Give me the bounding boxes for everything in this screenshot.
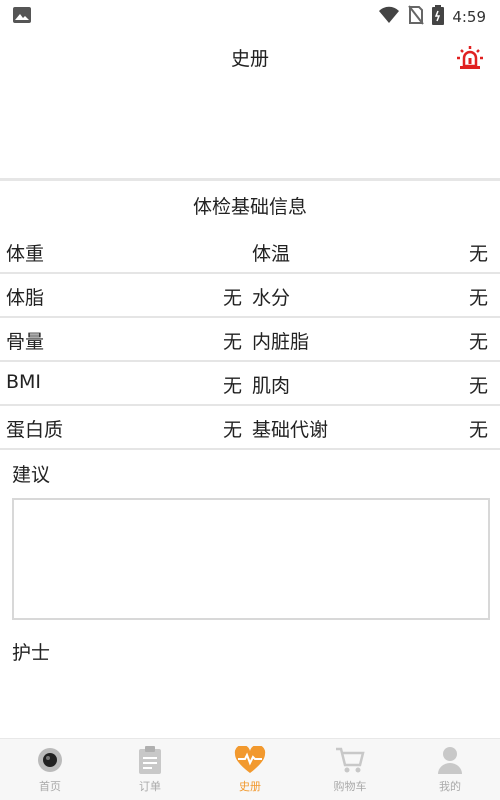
right-label: 基础代谢 [252,419,329,441]
table-row: 蛋白质 无 基础代谢 无 [0,406,500,450]
status-bar: 4:59 [0,0,500,32]
left-label: 骨量 [6,331,45,353]
status-time: 4:59 [452,8,486,26]
tab-cart[interactable]: 购物车 [300,739,400,800]
wifi-icon [378,6,400,28]
left-value: 无 [222,331,242,353]
right-label: 内脏脂 [252,331,310,353]
advice-textarea[interactable] [12,498,490,620]
right-value: 无 [468,331,488,353]
person-icon [434,745,466,775]
section-title: 体检基础信息 [192,196,307,218]
right-value: 无 [468,375,488,397]
table-row: 骨量 无 内脏脂 无 [0,318,500,362]
left-label: 体脂 [6,287,45,309]
left-label: 蛋白质 [6,419,64,441]
tab-label: 首页 [39,780,61,793]
bottom-tab-bar: 首页 订单 史册 购物车 我的 [0,738,500,800]
nurse-label: 护士 [12,642,51,664]
heart-pulse-icon [234,745,266,775]
right-value: 无 [468,287,488,309]
right-label: 体温 [252,243,291,265]
right-label: 水分 [252,287,291,309]
tab-label: 购物车 [333,780,367,793]
alarm-light-icon[interactable] [456,44,484,72]
tab-home[interactable]: 首页 [0,739,100,800]
left-value: 无 [222,419,242,441]
table-row: BMI 无 肌肉 无 [0,362,500,406]
tab-label: 史册 [239,780,261,793]
page-title: 史册 [230,48,269,70]
tab-label: 订单 [139,780,161,793]
table-row: 体重 体温 无 [0,230,500,274]
info-table: 体重 体温 无 体脂 无 水分 无 骨量 无 内脏脂 无 BMI 无 肌肉 无 … [0,230,500,450]
left-value: 无 [222,287,242,309]
left-label: 体重 [6,243,45,265]
tab-history[interactable]: 史册 [200,739,300,800]
battery-icon [432,5,445,29]
tab-label: 我的 [439,780,461,793]
no-sim-icon [408,5,425,29]
app-header: 史册 [0,36,500,76]
header-divider [0,178,500,181]
right-value: 无 [468,419,488,441]
right-value: 无 [468,243,488,265]
advice-label: 建议 [12,464,51,486]
clipboard-icon [134,745,166,775]
image-icon [12,6,32,28]
cart-icon [334,745,366,775]
tab-profile[interactable]: 我的 [400,739,500,800]
table-row: 体脂 无 水分 无 [0,274,500,318]
left-label: BMI [6,371,42,393]
left-value: 无 [222,375,242,397]
tab-orders[interactable]: 订单 [100,739,200,800]
home-camera-icon [34,745,66,775]
right-label: 肌肉 [252,375,291,397]
